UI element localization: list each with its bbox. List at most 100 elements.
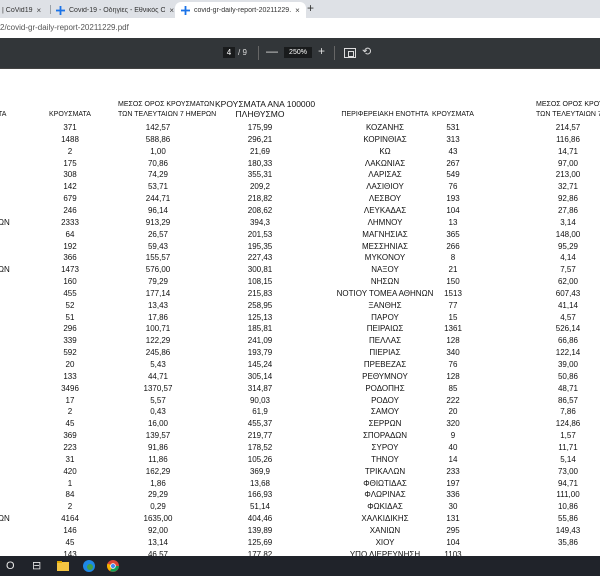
right-avg-cell: 4,57: [560, 312, 576, 322]
browser-tab-pdf-report[interactable]: covid-gr-daily-report-20211229. ×: [175, 2, 306, 18]
browser-tab-strip: | CoVid19 × Covid-19 - Οδηγίες - Εθνικός…: [0, 0, 600, 18]
per-100k-cell: 180,33: [247, 158, 273, 168]
right-avg-cell: 124,86: [555, 419, 581, 429]
per-100k-cell: 193,79: [247, 348, 273, 358]
left-cases-cell: 455: [63, 288, 77, 298]
page-number-input[interactable]: 4: [223, 47, 235, 58]
zoom-in-button[interactable]: +: [318, 44, 325, 58]
page-top-border: [0, 68, 600, 69]
new-tab-button[interactable]: +: [307, 1, 314, 15]
right-cases-cell: 15: [448, 312, 458, 322]
right-cases-header: ΚΡΟΥΣΜΑΤΑ: [432, 111, 474, 118]
right-avg-header-line1: ΜΕΣΟΣ ΟΡΟΣ ΚΡΟΥΣ: [536, 101, 600, 108]
left-cases-cell: 592: [63, 348, 77, 358]
per-100k-cell: 125,69: [247, 537, 273, 547]
fit-to-page-icon[interactable]: [344, 48, 356, 58]
per-100k-cell: 219,77: [247, 431, 273, 441]
table-row: 45 13,14 125,69 ΧΙΟΥ 104 35,86: [0, 537, 600, 549]
chrome-browser-icon[interactable]: [106, 559, 120, 573]
per-100k-cell: 241,09: [247, 336, 273, 346]
per-100k-cell: 145,24: [247, 360, 273, 369]
table-row: 142 53,71 209,2 ΛΑΣΙΘΙΟΥ 76 32,71: [0, 181, 600, 193]
left-avg-cell: 46,57: [147, 549, 169, 556]
browser-tab-guidelines[interactable]: Covid-19 - Οδηγίες - Εθνικός Ορ ×: [52, 2, 174, 18]
per-100k-cell: 201,53: [247, 229, 273, 239]
left-avg-cell: 1635,00: [143, 514, 173, 524]
address-bar[interactable]: 2/covid-gr-daily-report-20211229.pdf: [0, 18, 600, 39]
task-view-icon[interactable]: ⊟: [32, 559, 41, 573]
per-100k-cell: 394,3: [249, 217, 271, 227]
left-cases-cell: 2333: [61, 217, 79, 227]
left-avg-cell: 96,14: [147, 205, 169, 215]
table-row: 1 1,86 13,68 ΦΘΙΩΤΙΔΑΣ 197 94,71: [0, 478, 600, 490]
table-row: 51 17,86 125,13 ΠΑΡΟΥ 15 4,57: [0, 312, 600, 324]
left-avg-header-line2: ΤΩΝ ΤΕΛΕΥΤΑΙΩΝ 7 ΗΜΕΡΩΝ: [118, 111, 217, 118]
windows-taskbar: O ⊟: [0, 556, 600, 576]
left-cases-header: ΚΡΟΥΣΜΑΤΑ: [49, 111, 91, 118]
left-cases-cell: 45: [65, 419, 75, 429]
per-100k-cell: 108,15: [247, 277, 273, 287]
left-avg-cell: 122,29: [145, 336, 171, 346]
right-avg-cell: 50,86: [557, 371, 579, 381]
right-cases-cell: 40: [448, 442, 458, 452]
edge-browser-icon[interactable]: [82, 559, 96, 573]
right-cases-cell: 128: [446, 371, 460, 381]
per-100k-cell: 177,82: [247, 549, 273, 556]
right-cases-cell: 104: [446, 205, 460, 215]
toolbar-divider: [258, 46, 259, 60]
table-row: 679 244,71 218,82 ΛΕΣΒΟΥ 193 92,86: [0, 193, 600, 205]
left-avg-cell: 1,00: [150, 146, 166, 156]
left-region-header: ΤΑ: [0, 111, 7, 118]
right-avg-cell: 66,86: [557, 336, 579, 346]
right-cases-cell: 233: [446, 466, 460, 476]
table-row: 146 92,00 139,89 ΧΑΝΙΩΝ 295 149,43: [0, 525, 600, 537]
zoom-out-button[interactable]: —: [266, 44, 278, 58]
table-row: 84 29,29 166,93 ΦΛΩΡΙΝΑΣ 336 111,00: [0, 489, 600, 501]
right-cases-cell: 13: [448, 217, 458, 227]
right-avg-cell: 41,14: [557, 300, 579, 310]
close-icon[interactable]: ×: [169, 6, 174, 15]
right-avg-cell: 95,29: [557, 241, 579, 251]
left-avg-cell: 142,57: [145, 123, 171, 132]
tab-title: Covid-19 - Οδηγίες - Εθνικός Ορ: [69, 6, 166, 14]
right-cases-cell: 104: [446, 537, 460, 547]
file-explorer-icon[interactable]: [56, 559, 70, 573]
search-icon[interactable]: O: [6, 559, 15, 573]
tab-title: covid-gr-daily-report-20211229.: [194, 6, 292, 14]
right-cases-cell: 266: [446, 241, 460, 251]
table-row: 420 162,29 369,9 ΤΡΙΚΑΛΩΝ 233 73,00: [0, 466, 600, 478]
right-avg-cell: 92,86: [557, 194, 579, 204]
left-avg-cell: 74,29: [147, 170, 169, 180]
left-avg-cell: 0,29: [150, 502, 166, 512]
table-row: 133 44,71 305,14 ΡΕΘΥΜΝΟΥ 128 50,86: [0, 371, 600, 383]
per-100k-cell: 166,93: [247, 490, 273, 500]
per-100k-cell: 208,62: [247, 205, 273, 215]
right-avg-cell: 32,71: [557, 182, 579, 192]
close-icon[interactable]: ×: [295, 6, 300, 15]
table-row: 2 1,00 21,69 ΚΩ 43 14,71: [0, 146, 600, 158]
left-cases-cell: 31: [65, 454, 75, 464]
rotate-icon[interactable]: ⟲: [362, 45, 371, 58]
right-cases-cell: 77: [448, 300, 458, 310]
table-row: 455 177,14 215,83 ΝΟΤΙΟΥ ΤΟΜΕΑ ΑΘΗΝΩΝ 1513 60…: [0, 288, 600, 300]
left-cases-cell: 223: [63, 442, 77, 452]
table-row: 1488 588,86 296,21 ΚΟΡΙΝΘΙΑΣ 313 116,86: [0, 134, 600, 146]
close-icon[interactable]: ×: [37, 6, 42, 15]
right-avg-cell: 14,71: [557, 146, 579, 156]
left-avg-header-line1: ΜΕΣΟΣ ΟΡΟΣ ΚΡΟΥΣΜΑΤΩΝ: [118, 101, 215, 108]
per-100k-cell: 105,26: [247, 454, 273, 464]
right-avg-cell: 526,14: [555, 324, 581, 334]
eody-favicon-icon: [56, 5, 65, 15]
left-cases-cell: 1488: [61, 134, 79, 144]
left-avg-cell: 162,29: [145, 466, 171, 476]
right-avg-cell: 35,86: [557, 537, 579, 547]
right-avg-cell: 73,00: [557, 466, 579, 476]
address-url[interactable]: 2/covid-gr-daily-report-20211229.pdf: [0, 23, 129, 32]
browser-tab-covid19[interactable]: | CoVid19 ×: [0, 2, 47, 18]
zoom-level-input[interactable]: 250%: [284, 47, 312, 58]
right-cases-cell: 14: [448, 454, 458, 464]
table-row: 192 59,43 195,35 ΜΕΣΣΗΝΙΑΣ 266 95,29: [0, 241, 600, 253]
table-row: 369 139,57 219,77 ΣΠΟΡΑΔΩΝ 9 1,57: [0, 430, 600, 442]
left-avg-cell: 1370,57: [143, 383, 173, 393]
per-100k-cell: 300,81: [247, 265, 273, 275]
